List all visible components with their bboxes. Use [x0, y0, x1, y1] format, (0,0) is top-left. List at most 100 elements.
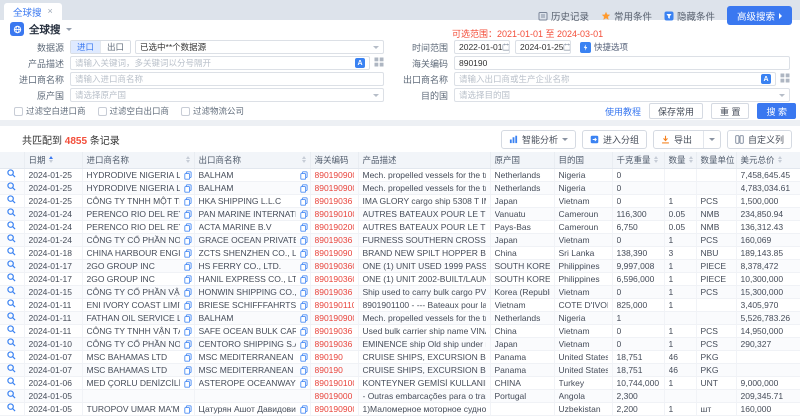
- tutorial-link[interactable]: 使用教程: [605, 105, 641, 118]
- copy-icon[interactable]: [300, 405, 308, 416]
- date-to-input[interactable]: 2024-01-25: [515, 40, 571, 54]
- custom-columns-button[interactable]: 自定义列: [727, 130, 792, 149]
- export-toggle[interactable]: 出口: [100, 41, 130, 53]
- copy-icon[interactable]: [184, 379, 192, 390]
- copy-icon[interactable]: [300, 301, 308, 312]
- copy-icon[interactable]: [300, 353, 308, 364]
- copy-icon[interactable]: [184, 353, 192, 364]
- cell-weight: 1: [612, 311, 664, 324]
- copy-icon[interactable]: [184, 314, 192, 325]
- copy-icon[interactable]: [184, 301, 192, 312]
- copy-icon[interactable]: [184, 210, 192, 221]
- copy-icon[interactable]: [300, 288, 308, 299]
- copy-icon[interactable]: [300, 262, 308, 273]
- origin-select[interactable]: 请选择原产国: [70, 88, 384, 102]
- enter-group-button[interactable]: 进入分组: [582, 130, 647, 149]
- date-from-input[interactable]: 2022-01-01: [454, 40, 510, 54]
- row-search-icon[interactable]: [7, 339, 16, 349]
- copy-icon[interactable]: [300, 366, 308, 377]
- copy-icon[interactable]: [300, 171, 308, 182]
- row-search-icon[interactable]: [7, 183, 16, 193]
- row-search-icon[interactable]: [7, 378, 16, 388]
- copy-icon[interactable]: [184, 184, 192, 195]
- chevron-down-icon[interactable]: [66, 28, 72, 31]
- favorites-button[interactable]: 常用条件: [601, 9, 652, 23]
- close-icon[interactable]: ×: [48, 7, 53, 16]
- copy-icon[interactable]: [300, 223, 308, 234]
- row-search-icon[interactable]: [7, 300, 16, 310]
- row-search-icon[interactable]: [7, 391, 16, 401]
- row-search-icon[interactable]: [7, 222, 16, 232]
- reset-button[interactable]: 重 置: [711, 103, 750, 119]
- col-header-importer[interactable]: 进口商名称: [82, 152, 194, 168]
- row-search-icon[interactable]: [7, 326, 16, 336]
- copy-icon[interactable]: [184, 171, 192, 182]
- copy-icon[interactable]: [184, 366, 192, 377]
- copy-icon[interactable]: [300, 184, 308, 195]
- col-header-weight[interactable]: 千克重量: [612, 152, 664, 168]
- copy-icon[interactable]: [184, 262, 192, 273]
- translate-icon[interactable]: A: [355, 58, 365, 68]
- product-desc-input[interactable]: 请输入关键词，多关键词以分号隔开 A: [70, 56, 370, 70]
- row-search-icon[interactable]: [7, 209, 16, 219]
- row-search-icon[interactable]: [7, 248, 16, 258]
- copy-icon[interactable]: [300, 340, 308, 351]
- row-search-icon[interactable]: [7, 261, 16, 271]
- copy-icon[interactable]: [184, 327, 192, 338]
- copy-icon[interactable]: [184, 405, 192, 416]
- copy-icon[interactable]: [184, 223, 192, 234]
- search-button[interactable]: 搜 索: [757, 103, 796, 119]
- row-search-icon[interactable]: [7, 365, 16, 375]
- copy-icon[interactable]: [300, 314, 308, 325]
- copy-icon[interactable]: [184, 288, 192, 299]
- batch-input-icon[interactable]: [374, 54, 384, 72]
- copy-icon[interactable]: [184, 236, 192, 247]
- copy-icon[interactable]: [184, 249, 192, 260]
- export-dropdown[interactable]: [703, 131, 720, 148]
- row-search-icon[interactable]: [7, 170, 16, 180]
- copy-icon[interactable]: [300, 210, 308, 221]
- save-common-button[interactable]: 保存常用: [649, 103, 703, 119]
- copy-icon[interactable]: [300, 249, 308, 260]
- import-toggle[interactable]: 进口: [71, 41, 100, 53]
- row-search-icon[interactable]: [7, 404, 16, 414]
- filter-blank-importer-checkbox[interactable]: 过滤空白进口商: [14, 105, 86, 117]
- copy-icon[interactable]: [300, 236, 308, 247]
- copy-icon[interactable]: [184, 197, 192, 208]
- copy-icon[interactable]: [300, 327, 308, 338]
- translate-icon[interactable]: A: [761, 74, 771, 84]
- copy-icon[interactable]: [300, 275, 308, 286]
- filter-logistics-checkbox[interactable]: 过滤物流公司: [181, 105, 244, 117]
- smart-analysis-button[interactable]: 智能分析: [501, 130, 576, 149]
- quick-options-button[interactable]: 快捷选项: [580, 41, 628, 53]
- row-search-icon[interactable]: [7, 352, 16, 362]
- table-row: 2024-01-172GO GROUP INCHS FERRY CO., LTD…: [0, 259, 800, 272]
- row-search-icon[interactable]: [7, 274, 16, 284]
- row-search-icon[interactable]: [7, 313, 16, 323]
- col-header-qty[interactable]: 数量: [664, 152, 696, 168]
- importer-input[interactable]: 请输入进口商名称: [70, 72, 384, 86]
- row-search-icon[interactable]: [7, 196, 16, 206]
- copy-icon[interactable]: [300, 197, 308, 208]
- history-button[interactable]: 历史记录: [538, 9, 589, 23]
- cell-importer: PERENCO RIO DEL REY: [82, 220, 194, 233]
- col-header-exporter[interactable]: 出口商名称: [194, 152, 310, 168]
- filter-blank-exporter-checkbox[interactable]: 过滤空白出口商: [98, 105, 170, 117]
- data-source-select[interactable]: 已选中**个数据源: [135, 40, 384, 54]
- col-header-value[interactable]: 美元总价: [736, 152, 800, 168]
- cell-hs-code: 890190900: [310, 168, 358, 181]
- export-action[interactable]: 导出: [654, 131, 699, 148]
- row-search-icon[interactable]: [7, 287, 16, 297]
- col-header-date[interactable]: 日期: [24, 152, 82, 168]
- hide-conditions-button[interactable]: 隐藏条件: [664, 9, 715, 23]
- tab-global-search[interactable]: 全球搜 ×: [4, 3, 62, 20]
- advanced-search-button[interactable]: 高级搜索: [727, 6, 792, 25]
- copy-icon[interactable]: [184, 275, 192, 286]
- batch-input-icon[interactable]: [780, 70, 790, 88]
- copy-icon[interactable]: [300, 379, 308, 390]
- exporter-input[interactable]: 请输入出口商或生产企业名称 A: [454, 72, 776, 86]
- dest-select[interactable]: 请选择目的国: [454, 88, 790, 102]
- row-search-icon[interactable]: [7, 235, 16, 245]
- hs-code-input[interactable]: 890190: [454, 56, 790, 70]
- copy-icon[interactable]: [184, 340, 192, 351]
